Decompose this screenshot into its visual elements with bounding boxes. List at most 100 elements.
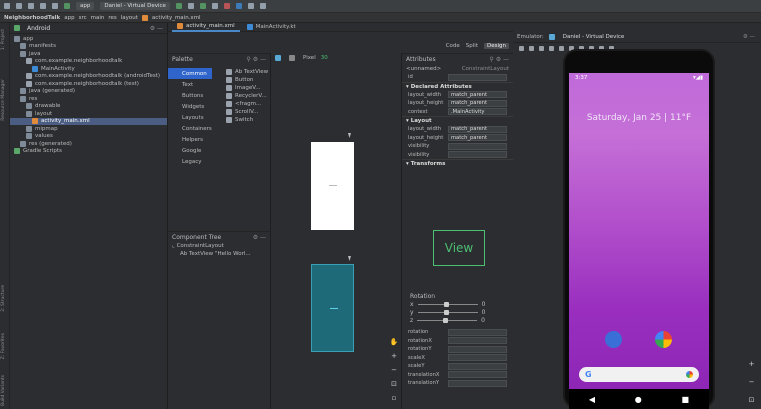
orientation-icon[interactable] [289,55,295,61]
design-surface-icon[interactable] [275,55,281,61]
tree-item-constraint-layout[interactable]: ⌞ ConstraintLayout [172,242,270,250]
zoom-in-icon[interactable]: + [742,355,761,373]
build-variants-tool-tab[interactable]: Build Variants [1,375,6,406]
palette-item[interactable]: ScrollV... [226,108,271,116]
slider-knob[interactable] [443,301,449,307]
palette-item[interactable]: Button [226,76,271,84]
slider-track[interactable] [417,301,478,307]
structure-tool-tab[interactable]: 2: Structure [1,285,6,312]
rotation-slider[interactable]: x0 [402,300,513,308]
search-icon[interactable]: ⚲ ⚙ — [246,56,266,63]
slider-track[interactable] [417,317,478,323]
make-icon[interactable] [64,3,70,9]
tab-activity-main[interactable]: activity_main.xml [172,23,240,32]
breadcrumb-item[interactable]: main [91,15,105,21]
split-mode-button[interactable]: Split [466,43,478,49]
gear-icon[interactable]: ⚙ — [253,234,266,241]
palette-item[interactable]: RecyclerV... [226,92,271,100]
project-tree-item[interactable]: com.example.neighborhoodtalk [10,58,167,66]
rotation-slider[interactable]: z0 [402,316,513,324]
attr-value-field[interactable] [448,362,507,370]
profile-icon[interactable] [211,3,218,9]
project-tree-item[interactable]: MainActivity [10,65,167,73]
back-icon[interactable] [40,3,46,9]
attr-value-field[interactable] [448,151,507,159]
slider-knob[interactable] [443,317,449,323]
rotation-slider[interactable]: y0 [402,308,513,316]
design-mode-button[interactable]: Design [484,43,509,49]
rotate-right-icon[interactable] [559,45,564,51]
palette-category[interactable]: Containers [168,123,212,134]
project-tree-item[interactable]: values [10,133,167,141]
project-tree-item[interactable]: java [10,50,167,58]
palette-item[interactable]: <fragm... [226,100,271,108]
palette-category[interactable]: Google [168,145,212,156]
palette-category[interactable]: Layouts [168,112,212,123]
declared-attributes-header[interactable]: ▾ Declared Attributes [402,81,513,91]
project-view-select[interactable]: Android [27,25,50,32]
assistant-icon[interactable] [686,371,693,378]
debug-icon[interactable] [199,3,206,9]
breadcrumb-item[interactable]: layout [121,15,138,21]
breadcrumb-item[interactable]: NeighborhoodTalk [4,15,60,21]
project-tree-item[interactable]: app [10,35,167,43]
attr-value-field[interactable] [448,379,507,387]
resource-manager-tool-tab[interactable]: Resource Manager [1,79,6,121]
design-preview[interactable] [311,142,354,230]
project-tool-tab[interactable]: 1: Project [1,29,6,50]
avd-manager-icon[interactable] [235,3,242,9]
zoom-out-icon[interactable]: − [387,363,401,377]
layout-section-header[interactable]: ▾ Layout [402,116,513,125]
volume-up-icon[interactable] [529,45,534,51]
project-tree-item[interactable]: com.example.neighborhoodtalk (androidTes… [10,73,167,81]
breadcrumb-item[interactable]: res [108,15,116,21]
volume-down-icon[interactable] [539,45,544,51]
messages-app-icon[interactable] [605,331,622,348]
attr-value-field[interactable] [448,345,507,353]
project-tree-item[interactable]: res [10,95,167,103]
palette-item[interactable]: Switch [226,116,271,124]
nav-recents-icon[interactable]: ■ [682,395,690,404]
project-tree-item[interactable]: res (generated) [10,140,167,148]
palette-category[interactable]: Buttons [168,90,212,101]
textview-blueprint[interactable] [330,308,338,309]
attr-value-field[interactable] [448,371,507,379]
pan-icon[interactable]: ✋ [387,335,401,349]
project-tree-item[interactable]: mipmap [10,125,167,133]
favorites-tool-tab[interactable]: Z: Favorites [1,333,6,359]
palette-item[interactable]: ImageV... [226,84,271,92]
palette-category[interactable]: Widgets [168,101,212,112]
breadcrumb-item[interactable]: src [79,15,87,21]
attr-value-field[interactable]: match_parent [448,91,507,99]
breadcrumb-item[interactable]: activity_main.xml [152,15,201,21]
sdk-manager-icon[interactable] [247,3,254,9]
gear-icon[interactable]: ⚙ — [150,25,163,32]
project-tree-item[interactable]: layout [10,110,167,118]
id-field[interactable] [448,73,507,81]
run-icon[interactable] [175,3,182,9]
zoom-fit-icon[interactable]: ⊡ [387,377,401,391]
project-tree-item[interactable]: com.example.neighborhoodtalk (test) [10,80,167,88]
transforms-section-header[interactable]: ▾ Transforms [402,159,513,168]
palette-category[interactable]: Common [168,68,212,79]
gear-icon[interactable]: ⚙ — [743,34,755,40]
attr-value-field[interactable]: .MainActivity [448,108,507,116]
sync-icon[interactable] [28,3,34,9]
palette-category[interactable]: Helpers [168,134,212,145]
attr-value-field[interactable] [448,328,507,336]
blueprint-preview[interactable] [311,264,354,352]
device-select[interactable]: Pixel [303,55,316,61]
textview-preview[interactable] [329,185,337,186]
google-search-bar[interactable]: G [579,367,699,382]
nav-home-icon[interactable]: ● [635,395,642,404]
attr-value-field[interactable] [448,337,507,345]
apply-changes-icon[interactable] [187,3,194,9]
project-tree-item[interactable]: manifests [10,43,167,51]
tree-item-textview[interactable]: Ab TextView "Hello Worl... [172,250,270,258]
search-icon[interactable]: ⚲ ⚙ — [489,56,509,63]
api-select[interactable]: 30 [321,55,328,61]
palette-item[interactable]: Ab TextView [226,68,271,76]
nav-back-icon[interactable]: ◀ [589,395,595,404]
emulator-device-tab[interactable]: Daniel - Virtual Device [563,34,625,40]
code-mode-button[interactable]: Code [446,43,460,49]
